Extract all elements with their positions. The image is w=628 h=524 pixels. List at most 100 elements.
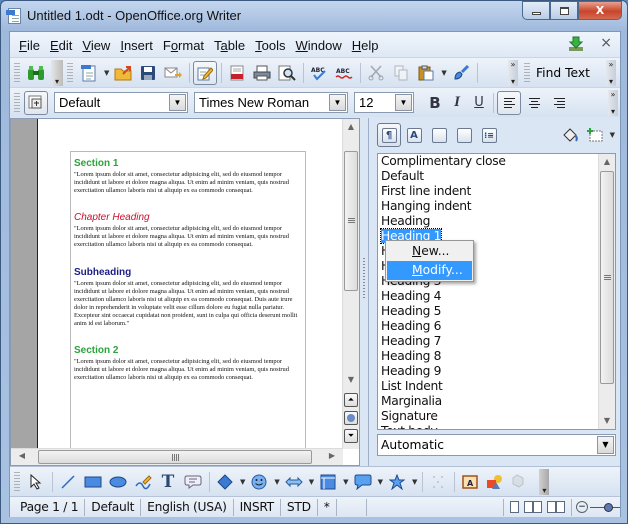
basic-shapes-dropdown[interactable]: ▼ bbox=[240, 478, 245, 486]
new-dropdown-arrow[interactable]: ▼ bbox=[104, 69, 109, 77]
body-paragraph[interactable]: "Lorem ipsum dolor sit amet, consectetur… bbox=[74, 280, 304, 329]
find-text-field[interactable]: Find Text bbox=[534, 66, 604, 80]
autospellcheck-button[interactable]: ABC bbox=[332, 61, 356, 85]
standard-toolbar-overflow[interactable]: » ▾ bbox=[508, 59, 518, 86]
toolbar-grip[interactable] bbox=[14, 471, 20, 492]
scroll-up-icon[interactable]: ▲ bbox=[599, 157, 615, 166]
align-right-button[interactable] bbox=[547, 91, 571, 115]
style-list-item[interactable]: Heading 5 bbox=[378, 304, 615, 319]
style-list-item[interactable]: Default bbox=[378, 169, 615, 184]
paste-button[interactable] bbox=[414, 61, 438, 85]
fill-format-mode-button[interactable] bbox=[558, 123, 582, 147]
navigator-button[interactable] bbox=[344, 411, 358, 425]
styles-scroll-thumb[interactable] bbox=[600, 171, 614, 384]
clone-formatting-button[interactable] bbox=[449, 61, 473, 85]
font-name-combo[interactable]: Times New Roman ▼ bbox=[194, 92, 348, 113]
rectangle-tool-button[interactable] bbox=[81, 470, 105, 494]
block-arrows-dropdown[interactable]: ▼ bbox=[309, 478, 314, 486]
callout-tool-button[interactable] bbox=[181, 470, 205, 494]
toolbar-grip[interactable] bbox=[14, 92, 20, 113]
font-size-combo[interactable]: 12 ▼ bbox=[354, 92, 414, 113]
block-arrows-button[interactable] bbox=[282, 470, 306, 494]
find-replace-button[interactable] bbox=[24, 61, 48, 85]
styles-list-scrollbar[interactable]: ▲ ▼ bbox=[598, 154, 615, 429]
body-paragraph[interactable]: "Lorem ipsum dolor sit amet, consectetur… bbox=[74, 358, 304, 382]
align-left-button[interactable] bbox=[497, 90, 521, 115]
menu-file[interactable]: File bbox=[14, 38, 45, 53]
scroll-left-icon[interactable]: ◀ bbox=[14, 451, 30, 460]
points-button[interactable] bbox=[426, 470, 450, 494]
stars-button[interactable] bbox=[385, 470, 409, 494]
insert-mode-indicator[interactable]: INSRT bbox=[234, 498, 281, 516]
document-vertical-scrollbar[interactable]: ▲ ▼ ⏶ ⏷ bbox=[342, 119, 359, 449]
language-indicator[interactable]: English (USA) bbox=[141, 498, 234, 516]
new-style-dropdown-arrow[interactable]: ▼ bbox=[610, 131, 615, 139]
body-paragraph[interactable]: "Lorem ipsum dolor sit amet, consectetur… bbox=[74, 225, 304, 249]
toolbar-grip[interactable] bbox=[67, 62, 73, 83]
page-style-indicator[interactable]: Default bbox=[85, 498, 142, 516]
character-styles-button[interactable]: A bbox=[402, 123, 426, 147]
panel-splitter[interactable] bbox=[360, 118, 368, 466]
subheading-heading[interactable]: Subheading bbox=[74, 267, 304, 278]
export-pdf-button[interactable] bbox=[225, 61, 249, 85]
page-styles-button[interactable] bbox=[452, 123, 476, 147]
find-toolbar-overflow[interactable]: ▾ bbox=[51, 59, 63, 86]
book-view-button[interactable] bbox=[547, 501, 565, 513]
styles-list[interactable]: Complimentary close Default First line ind… bbox=[377, 153, 616, 430]
zoom-out-icon[interactable]: − bbox=[576, 501, 588, 513]
menu-tools[interactable]: Tools bbox=[250, 38, 290, 53]
edit-file-button[interactable] bbox=[193, 60, 218, 85]
next-page-button[interactable]: ⏷ bbox=[344, 429, 358, 443]
fontwork-gallery-button[interactable]: A bbox=[458, 470, 482, 494]
insert-shapes-button[interactable] bbox=[483, 470, 507, 494]
scroll-right-icon[interactable]: ▶ bbox=[324, 451, 340, 460]
close-button[interactable]: X bbox=[578, 1, 622, 20]
scroll-down-icon[interactable]: ▼ bbox=[343, 375, 359, 384]
symbol-shapes-dropdown[interactable]: ▼ bbox=[274, 478, 279, 486]
toolbar-grip[interactable] bbox=[14, 62, 20, 83]
menu-window[interactable]: Window bbox=[291, 38, 347, 53]
context-menu-modify[interactable]: Modify... bbox=[387, 261, 472, 280]
section-heading[interactable]: Section 1 bbox=[74, 158, 304, 169]
italic-button[interactable]: I bbox=[446, 92, 468, 114]
callouts-dropdown[interactable]: ▼ bbox=[378, 478, 383, 486]
style-list-item[interactable]: Heading 7 bbox=[378, 334, 615, 349]
cut-button[interactable] bbox=[364, 61, 388, 85]
menu-format[interactable]: Format bbox=[158, 38, 209, 53]
basic-shapes-button[interactable] bbox=[213, 470, 237, 494]
formatting-toolbar-overflow[interactable]: » ▾ bbox=[608, 89, 618, 116]
flowchart-button[interactable] bbox=[316, 470, 340, 494]
digital-signature-indicator[interactable] bbox=[337, 498, 367, 516]
print-button[interactable] bbox=[250, 61, 274, 85]
section-heading[interactable]: Section 2 bbox=[74, 345, 304, 356]
close-document-button[interactable]: × bbox=[600, 35, 612, 51]
align-center-button[interactable] bbox=[522, 91, 546, 115]
extrusion-button[interactable] bbox=[508, 470, 532, 494]
select-button[interactable] bbox=[24, 470, 48, 494]
style-list-item[interactable]: Heading 8 bbox=[378, 349, 615, 364]
chevron-down-icon[interactable]: ▼ bbox=[329, 94, 346, 111]
scroll-up-icon[interactable]: ▲ bbox=[343, 122, 359, 131]
chevron-down-icon[interactable]: ▼ bbox=[169, 94, 186, 111]
stars-dropdown[interactable]: ▼ bbox=[412, 478, 417, 486]
previous-page-button[interactable]: ⏶ bbox=[344, 393, 358, 407]
body-paragraph[interactable]: "Lorem ipsum dolor sit amet, consectetur… bbox=[74, 171, 304, 195]
style-list-item[interactable]: Heading 4 bbox=[378, 289, 615, 304]
find-bar-overflow[interactable]: » ▾ bbox=[606, 59, 616, 86]
styles-formatting-button[interactable] bbox=[24, 90, 48, 115]
menu-table[interactable]: Table bbox=[209, 38, 250, 53]
flowchart-dropdown[interactable]: ▼ bbox=[343, 478, 348, 486]
ellipse-tool-button[interactable] bbox=[106, 470, 130, 494]
scroll-down-icon[interactable]: ▼ bbox=[599, 416, 615, 425]
line-tool-button[interactable] bbox=[56, 470, 80, 494]
menu-view[interactable]: View bbox=[77, 38, 115, 53]
new-style-from-selection-button[interactable] bbox=[583, 123, 607, 147]
single-page-view-button[interactable] bbox=[510, 501, 519, 513]
save-button[interactable] bbox=[136, 61, 160, 85]
toolbar-grip[interactable] bbox=[524, 62, 530, 83]
symbol-shapes-button[interactable] bbox=[247, 470, 271, 494]
context-menu-new[interactable]: New... bbox=[387, 242, 472, 261]
minimize-button[interactable] bbox=[522, 1, 550, 20]
update-available-icon[interactable] bbox=[568, 36, 584, 52]
spellcheck-button[interactable]: ABC bbox=[307, 61, 331, 85]
